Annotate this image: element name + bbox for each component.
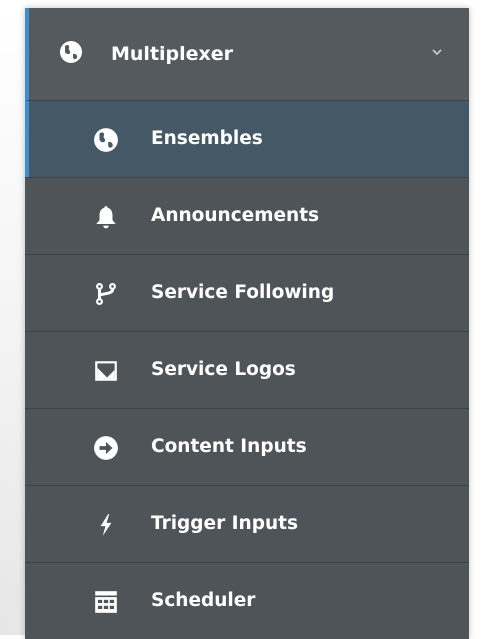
sidebar-item-announcements[interactable]: Announcements: [25, 177, 469, 254]
arrow-circle-right-icon: [93, 435, 119, 461]
bolt-icon: [93, 512, 119, 538]
globe-icon: [59, 40, 83, 64]
menu-header-multiplexer[interactable]: Multiplexer: [25, 8, 469, 100]
image-icon: [93, 358, 119, 384]
sidebar-item-service-following[interactable]: Service Following: [25, 254, 469, 331]
chevron-down-icon[interactable]: [431, 47, 443, 57]
sidebar-item-label: Scheduler: [151, 590, 256, 611]
bell-icon: [93, 204, 119, 230]
sidebar-menu: Multiplexer Ensembles Announcements Serv…: [25, 8, 469, 639]
globe-icon: [93, 127, 119, 153]
sidebar-item-label: Trigger Inputs: [151, 513, 298, 534]
sidebar-item-content-inputs[interactable]: Content Inputs: [25, 408, 469, 485]
sidebar-item-label: Service Following: [151, 282, 335, 303]
sidebar-item-trigger-inputs[interactable]: Trigger Inputs: [25, 485, 469, 562]
sidebar-item-label: Announcements: [151, 205, 320, 226]
sidebar-item-ensembles[interactable]: Ensembles: [25, 100, 469, 177]
sidebar-item-label: Service Logos: [151, 359, 296, 380]
sidebar-item-label: Content Inputs: [151, 436, 307, 457]
code-fork-icon: [93, 281, 119, 307]
sidebar-item-label: Ensembles: [151, 128, 263, 149]
sidebar-item-scheduler[interactable]: Scheduler: [25, 562, 469, 639]
sidebar-item-service-logos[interactable]: Service Logos: [25, 331, 469, 408]
menu-header-label: Multiplexer: [111, 43, 234, 65]
calendar-icon: [93, 589, 119, 615]
